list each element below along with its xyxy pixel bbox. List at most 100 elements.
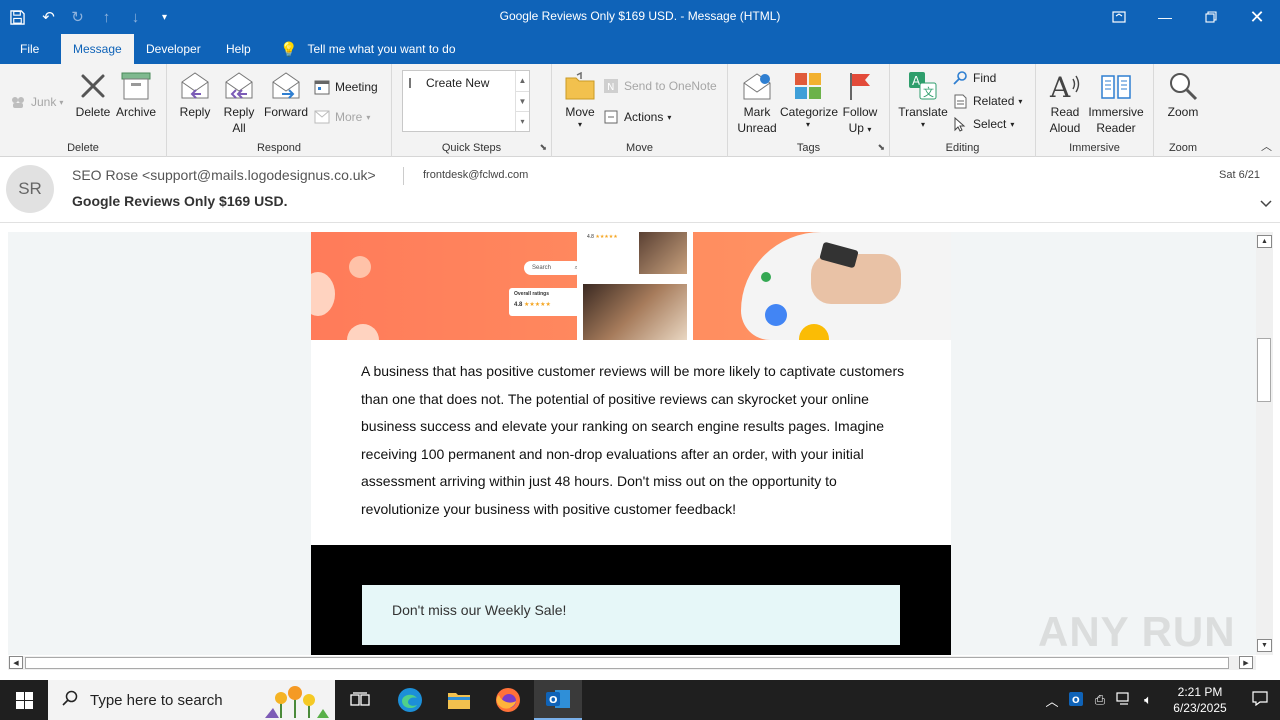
scroll-up-icon[interactable]: ▲ [1257,235,1272,248]
forward-button[interactable]: Forward [263,70,309,120]
svg-text:O: O [1072,696,1080,706]
scroll-left-icon[interactable]: ◀ [9,656,23,669]
banner-search-label: Search [532,265,552,271]
tab-help[interactable]: Help [226,34,251,64]
show-hidden-icons-icon[interactable]: ︿ [1040,691,1064,710]
delete-group: Junk ▾ Delete Archive Delete [0,64,167,157]
undo-icon[interactable]: ↶ [34,0,63,34]
previous-item-icon[interactable]: ↑ [92,0,121,34]
more-respond-button[interactable]: More ▾ [314,107,370,127]
system-clock[interactable]: 2:21 PM 6/23/2025 [1160,684,1240,716]
quick-steps-scroller[interactable]: ▲ ▼ ▾ [515,71,529,131]
meet-now-icon[interactable]: ⎙ [1088,692,1112,708]
notifications-icon[interactable] [1240,690,1280,710]
reply-button[interactable]: Reply [175,70,215,120]
select-label: Select [973,117,1007,131]
mark-unread-label-2: Unread [737,121,777,135]
actions-button[interactable]: Actions ▾ [603,107,671,127]
vertical-scroll-thumb[interactable] [1257,338,1271,402]
meeting-button[interactable]: Meeting [314,77,378,97]
tab-developer[interactable]: Developer [146,34,201,64]
mark-unread-icon [741,70,773,102]
categorize-button[interactable]: Categorize ▾ [780,70,839,130]
mark-unread-button[interactable]: Mark Unread [734,70,780,136]
recipient-address[interactable]: frontdesk@fclwd.com [423,169,528,181]
sender-name[interactable]: SEO Rose <support@mails.logodesignus.co.… [72,167,376,183]
delete-label: Delete [75,105,111,119]
quick-steps-group-label: Quick Steps [441,142,502,154]
outlook-taskbar-icon[interactable]: O [534,680,582,720]
search-highlight-flowers-icon [261,682,331,720]
ribbon-display-options-icon[interactable] [1096,0,1142,34]
send-to-onenote-button[interactable]: N Send to OneNote [603,76,717,96]
archive-button[interactable]: Archive [114,70,158,120]
tab-message[interactable]: Message [61,34,134,64]
card-star-icon: ★★★★★ [595,234,618,240]
immersive-reader-icon [1100,70,1132,102]
delete-button[interactable]: Delete [73,70,113,120]
save-icon[interactable] [0,0,34,34]
create-new-quick-step[interactable]: Create New [409,76,489,90]
horizontal-scrollbar[interactable]: ◀ ▶ [8,656,1256,670]
ribbon: Junk ▾ Delete Archive Delete Reply Reply… [0,64,1280,157]
immersive-reader-button[interactable]: Immersive Reader [1086,70,1146,136]
network-icon[interactable] [1112,691,1136,709]
message-header: SR SEO Rose <support@mails.logodesignus.… [0,157,1280,223]
tags-group-label: Tags [796,142,821,154]
reply-all-label-1: Reply [223,105,255,119]
customize-qat-icon[interactable]: ▾ [150,0,179,34]
file-explorer-icon[interactable] [435,680,483,720]
zoom-group-label: Zoom [1168,142,1198,154]
close-icon[interactable]: ✕ [1234,0,1280,34]
weekly-sale-box: Don't miss our Weekly Sale! [362,585,900,645]
select-button[interactable]: Select ▾ [952,114,1014,134]
related-label: Related [973,94,1015,108]
avatar[interactable]: SR [6,165,54,213]
categorize-label: Categorize [780,105,839,119]
scroll-right-icon[interactable]: ▶ [1239,656,1253,669]
redo-icon[interactable]: ↻ [63,0,92,34]
folder-move-icon [564,70,596,102]
zoom-group: Zoom Zoom [1154,64,1212,157]
system-tray: ︿ O ⎙ 🔈︎ 2:21 PM 6/23/2025 [1040,680,1280,720]
tab-file[interactable]: File [20,34,39,64]
tell-me-search[interactable]: 💡 Tell me what you want to do [280,34,456,64]
taskbar: Type here to search O ︿ O ⎙ 🔈︎ 2:21 PM 6… [0,680,1280,720]
collapse-ribbon-icon[interactable]: ︿ [1261,138,1272,154]
read-aloud-button[interactable]: A Read Aloud [1044,70,1086,136]
lightbulb-icon: 💡 [280,40,298,57]
volume-icon[interactable]: 🔈︎ [1136,692,1160,708]
tell-me-label: Tell me what you want to do [307,42,456,56]
firefox-icon[interactable] [484,680,532,720]
vertical-scrollbar[interactable]: ▲ ▼ [1256,232,1273,655]
message-body: Search ⌕ Overall ratings 4.8 ★★★★★ 4.8 ★… [8,232,1256,655]
start-button[interactable] [0,680,48,720]
scroll-down-icon[interactable]: ▼ [1257,639,1272,652]
translate-button[interactable]: A文 Translate ▾ [898,70,948,130]
email-text-section: A business that has positive customer re… [311,340,951,545]
expand-header-icon[interactable] [1260,197,1272,211]
decor-circle [349,256,371,278]
horizontal-scroll-thumb[interactable] [25,657,1229,669]
zoom-button[interactable]: Zoom [1160,70,1206,120]
next-item-icon[interactable]: ↓ [121,0,150,34]
translate-label: Translate [898,105,948,119]
taskbar-search[interactable]: Type here to search [48,680,335,720]
related-button[interactable]: Related ▾ [952,91,1022,111]
find-button[interactable]: Find [952,68,996,88]
reply-all-button[interactable]: Reply All [219,70,259,136]
task-view-icon[interactable] [336,680,384,720]
minimize-icon[interactable]: — [1142,0,1188,34]
find-icon [952,70,968,86]
move-button[interactable]: Move ▾ [560,70,600,130]
immersive-reader-label-1: Immersive [1088,105,1144,119]
edge-browser-icon[interactable] [386,680,434,720]
zoom-icon [1167,70,1199,102]
follow-up-button[interactable]: Follow Up ▾ [838,70,882,138]
listing-card: 4.8 ★★★★★ [577,232,693,340]
reply-all-icon [223,70,255,102]
delete-group-label: Delete [67,142,99,154]
junk-button[interactable]: Junk ▾ [10,92,63,112]
outlook-tray-icon[interactable]: O [1064,691,1088,710]
restore-icon[interactable] [1188,0,1234,34]
